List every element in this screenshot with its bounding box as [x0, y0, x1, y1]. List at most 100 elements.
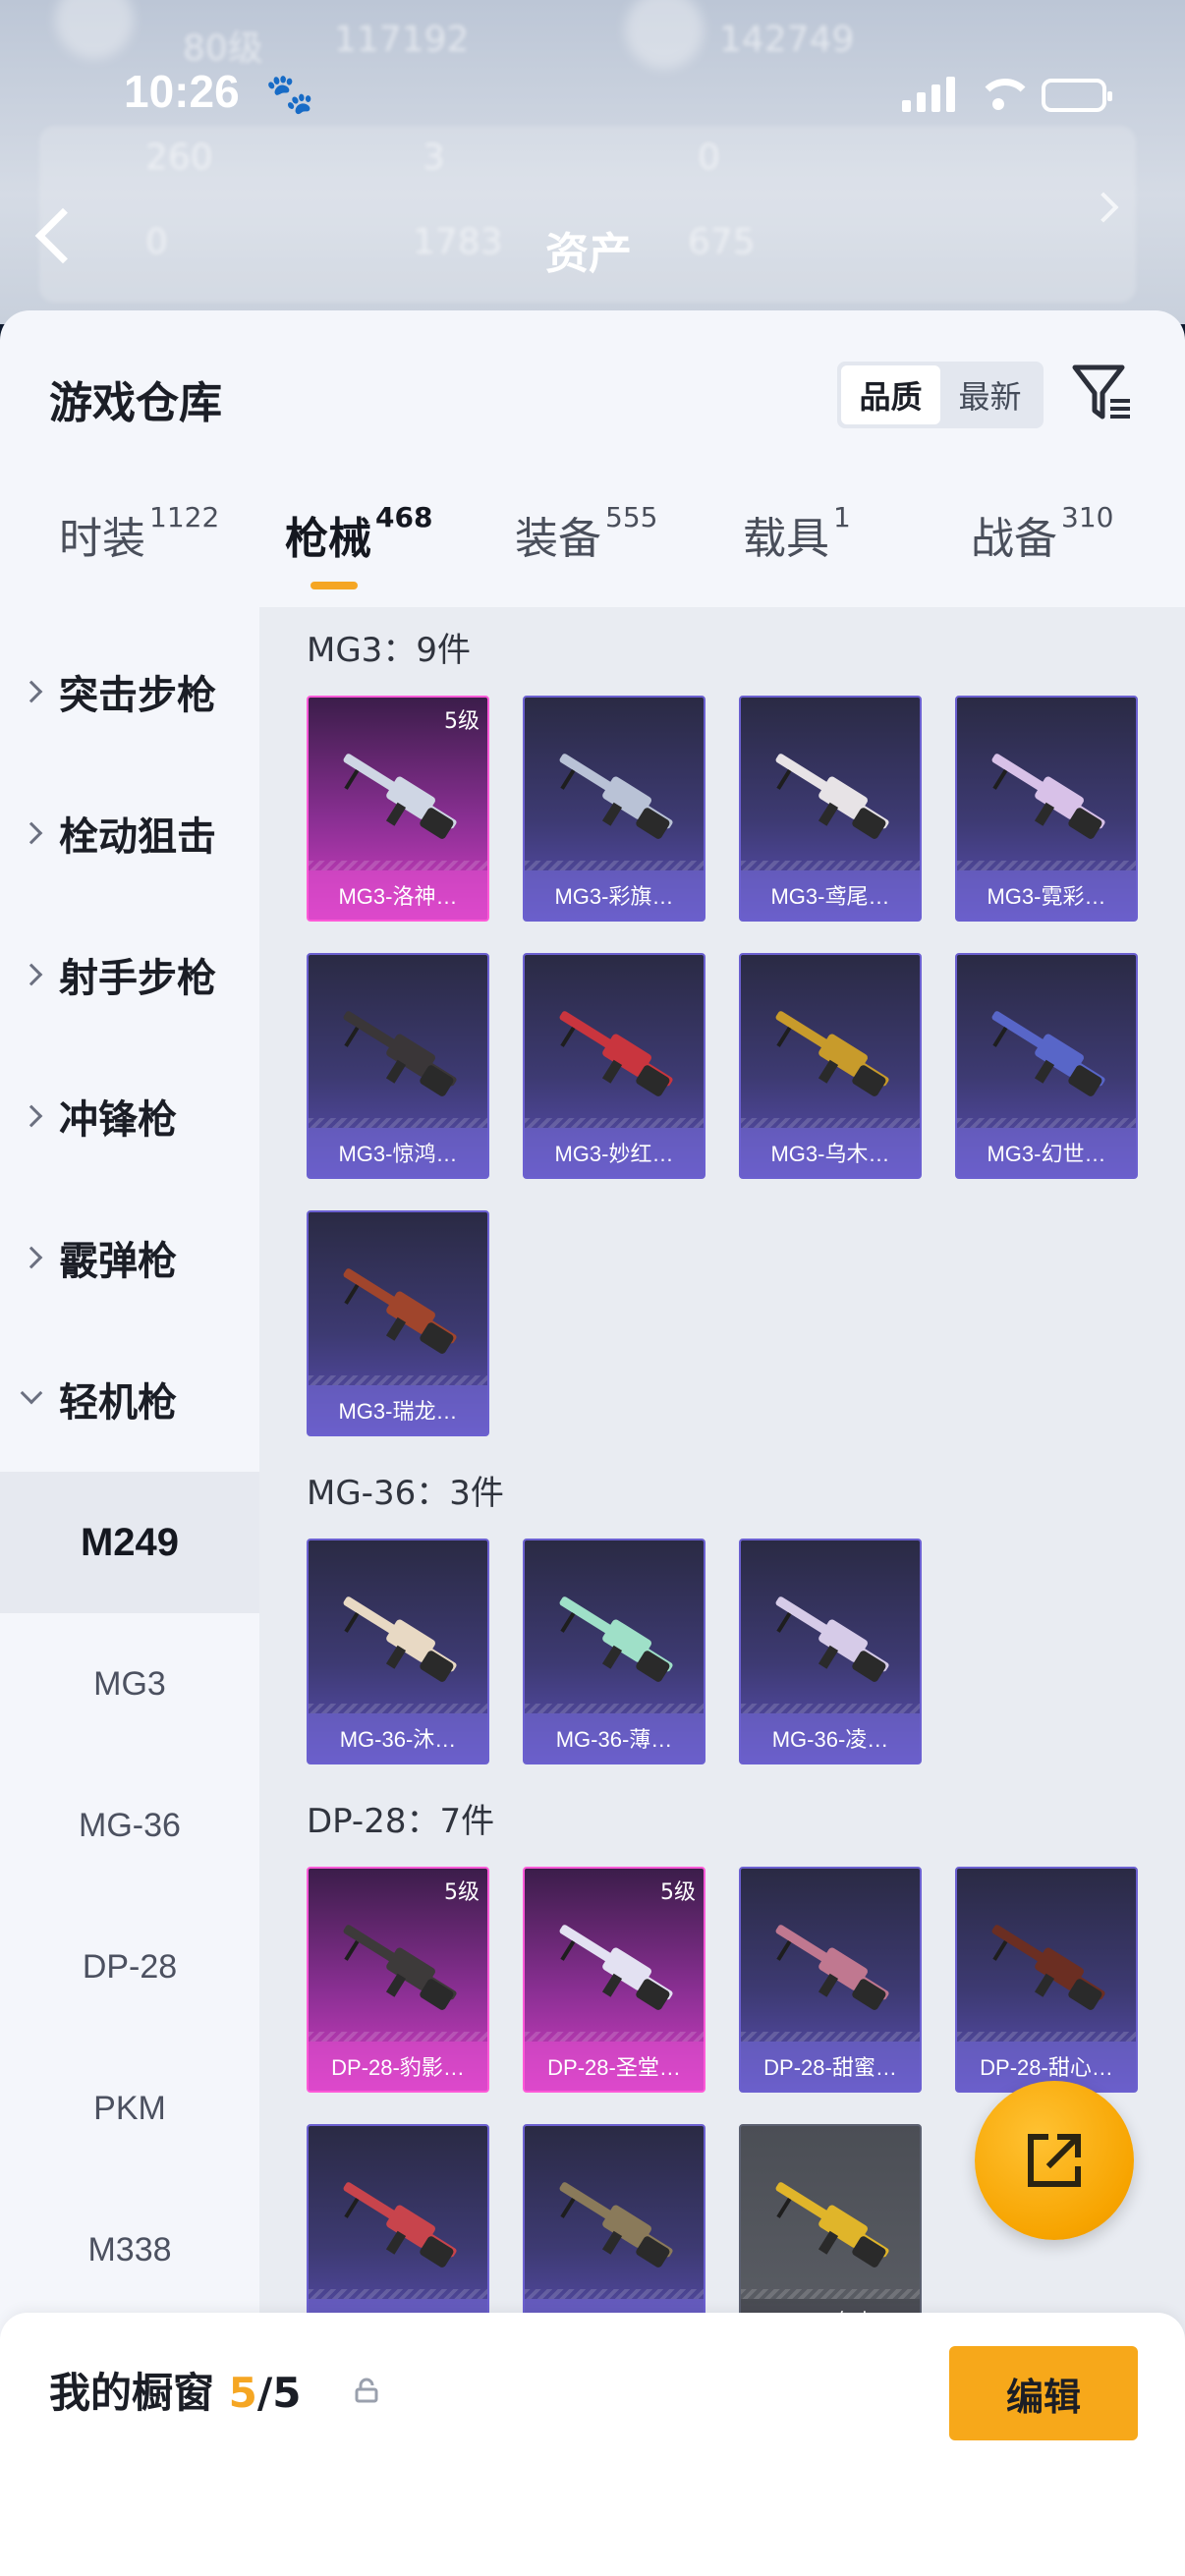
- bg-stat: 0: [145, 222, 168, 262]
- status-time: 10:26: [124, 66, 240, 117]
- weapon-card[interactable]: MG3-惊鸿…: [307, 953, 489, 1179]
- chevron-right-icon: [20, 1104, 43, 1128]
- weapon-card[interactable]: MG3-霓彩…: [955, 696, 1138, 922]
- weapon-icon: [343, 754, 457, 839]
- weapon-icon: [775, 754, 889, 839]
- tab-weapons[interactable]: 枪械 468: [285, 501, 432, 566]
- category-shotgun[interactable]: 霰弹枪: [0, 1199, 259, 1316]
- tab-fashion[interactable]: 时装 1122: [59, 501, 219, 566]
- rank-emblem: [625, 0, 704, 69]
- weapon-name: MG3-乌木…: [741, 1128, 920, 1177]
- tab-supplies[interactable]: 战备 310: [971, 501, 1113, 566]
- weapon-name: MG-36-薄…: [525, 1713, 704, 1763]
- subcategory-m249[interactable]: M249: [0, 1472, 259, 1613]
- subcategory-mg36[interactable]: MG-36: [0, 1755, 259, 1896]
- subcategory-pkm[interactable]: PKM: [0, 2038, 259, 2179]
- tab-vehicles[interactable]: 载具 1: [743, 501, 851, 566]
- bg-stat: 142749: [719, 20, 855, 60]
- showcase-count: 5: [228, 2369, 257, 2417]
- weapon-icon: [343, 1925, 457, 2010]
- sort-toggle: 品质 最新: [837, 362, 1044, 428]
- weapon-name: MG3-霓彩…: [957, 870, 1136, 920]
- weapon-category-nav: 突击步枪 栓动狙击 射手步枪 冲锋枪 霰弹枪 轻机枪 M249 MG3 MG-3…: [0, 607, 259, 2366]
- bg-stat: 0: [698, 138, 720, 178]
- weapon-card[interactable]: MG3-乌木…: [739, 953, 922, 1179]
- page-title: 资产: [545, 229, 632, 279]
- weapon-name: MG3-彩旗…: [525, 870, 704, 920]
- weapon-card[interactable]: MG3-瑞龙…: [307, 1210, 489, 1436]
- weapon-card[interactable]: MG-36-沐…: [307, 1539, 489, 1764]
- avatar: [55, 0, 134, 59]
- group-title: MG-36：3件: [307, 1474, 504, 1513]
- weapon-name: DP-28-甜蜜…: [741, 2042, 920, 2091]
- bg-stat: 260: [145, 138, 213, 178]
- weapon-card[interactable]: 5级 MG3-洛神…: [307, 696, 489, 922]
- bg-stat: 675: [688, 222, 756, 262]
- bg-stat: 3: [423, 138, 445, 178]
- weapon-card[interactable]: DP-28-甜蜜…: [739, 1867, 922, 2093]
- weapon-icon: [775, 1596, 889, 1682]
- active-tab-indicator: [310, 582, 358, 589]
- chevron-down-icon: [20, 1381, 43, 1405]
- weapon-icon: [559, 1596, 673, 1682]
- subcategory-m338[interactable]: M338: [0, 2179, 259, 2321]
- weapon-name: MG3-洛神…: [309, 870, 487, 920]
- weapon-card[interactable]: 5级 DP-28-圣堂…: [523, 1867, 705, 2093]
- showcase-bar: 我的橱窗 5/5 编辑: [0, 2313, 1185, 2576]
- lock-icon[interactable]: [354, 2378, 379, 2403]
- category-lmg[interactable]: 轻机枪: [0, 1340, 259, 1458]
- chevron-right-icon: [20, 821, 43, 845]
- weapon-icon: [559, 2182, 673, 2268]
- level-badge: 5级: [444, 1880, 480, 1905]
- weapon-card[interactable]: MG3-幻世…: [955, 953, 1138, 1179]
- group-title: DP-28：7件: [307, 1802, 495, 1841]
- status-icons: [902, 77, 1112, 112]
- sort-newest-button[interactable]: 最新: [940, 365, 1040, 424]
- bg-stat: 1783: [413, 222, 503, 262]
- weapon-name: MG3-鸢尾…: [741, 870, 920, 920]
- weapon-card[interactable]: MG-36-凌…: [739, 1539, 922, 1764]
- paw-icon: 🐾: [265, 72, 314, 117]
- weapon-card[interactable]: MG3-鸢尾…: [739, 696, 922, 922]
- chevron-right-icon: [20, 1246, 43, 1269]
- category-marksman-rifle[interactable]: 射手步枪: [0, 916, 259, 1034]
- subcategory-mg3[interactable]: MG3: [0, 1613, 259, 1755]
- weapon-card[interactable]: MG3-妙红…: [523, 953, 705, 1179]
- group-title: MG3：9件: [307, 631, 471, 670]
- category-smg[interactable]: 冲锋枪: [0, 1057, 259, 1175]
- weapon-icon: [559, 1011, 673, 1096]
- weapon-card[interactable]: MG3-彩旗…: [523, 696, 705, 922]
- chevron-right-icon: [20, 963, 43, 986]
- edit-button[interactable]: 编辑: [949, 2346, 1138, 2440]
- showcase-label: 我的橱窗 5/5: [49, 2369, 302, 2417]
- level-badge: 5级: [444, 709, 480, 734]
- weapon-icon: [775, 2182, 889, 2268]
- category-assault-rifle[interactable]: 突击步枪: [0, 633, 259, 751]
- weapon-card[interactable]: DP-28-甜心…: [955, 1867, 1138, 2093]
- category-tabs: 时装 1122 枪械 468 装备 555 载具 1 战备 310: [0, 501, 1185, 601]
- wifi-icon: [977, 79, 1034, 112]
- weapon-card[interactable]: MG-36-薄…: [523, 1539, 705, 1764]
- share-button[interactable]: [975, 2081, 1134, 2240]
- weapon-name: MG3-惊鸿…: [309, 1128, 487, 1177]
- weapon-name: MG-36-凌…: [741, 1713, 920, 1763]
- filter-icon[interactable]: [1071, 362, 1134, 424]
- weapon-card[interactable]: 5级 DP-28-豹影…: [307, 1867, 489, 2093]
- tab-equipment[interactable]: 装备 555: [515, 501, 657, 566]
- weapon-icon: [991, 754, 1105, 839]
- weapon-name: MG3-妙红…: [525, 1128, 704, 1177]
- level-badge: 5级: [660, 1880, 696, 1905]
- showcase-total: /5: [256, 2369, 302, 2417]
- subcategory-dp28[interactable]: DP-28: [0, 1896, 259, 2038]
- category-bolt-sniper[interactable]: 栓动狙击: [0, 774, 259, 892]
- weapon-name: DP-28-豹影…: [309, 2042, 487, 2091]
- weapon-icon: [991, 1925, 1105, 2010]
- sort-quality-button[interactable]: 品质: [841, 365, 940, 424]
- battery-icon: [1042, 79, 1112, 112]
- profile-header-background: 80级 117192 142749 260 3 0 0 1783 675 10:…: [0, 0, 1185, 324]
- warehouse-title: 游戏仓库: [49, 378, 222, 428]
- signal-icon: [902, 77, 955, 112]
- weapon-icon: [775, 1925, 889, 2010]
- weapon-icon: [343, 1268, 457, 1354]
- warehouse-sheet: 游戏仓库 品质 最新 时装 1122 枪械 468 装备 555 载具 1 战备 310 …: [0, 310, 1185, 2576]
